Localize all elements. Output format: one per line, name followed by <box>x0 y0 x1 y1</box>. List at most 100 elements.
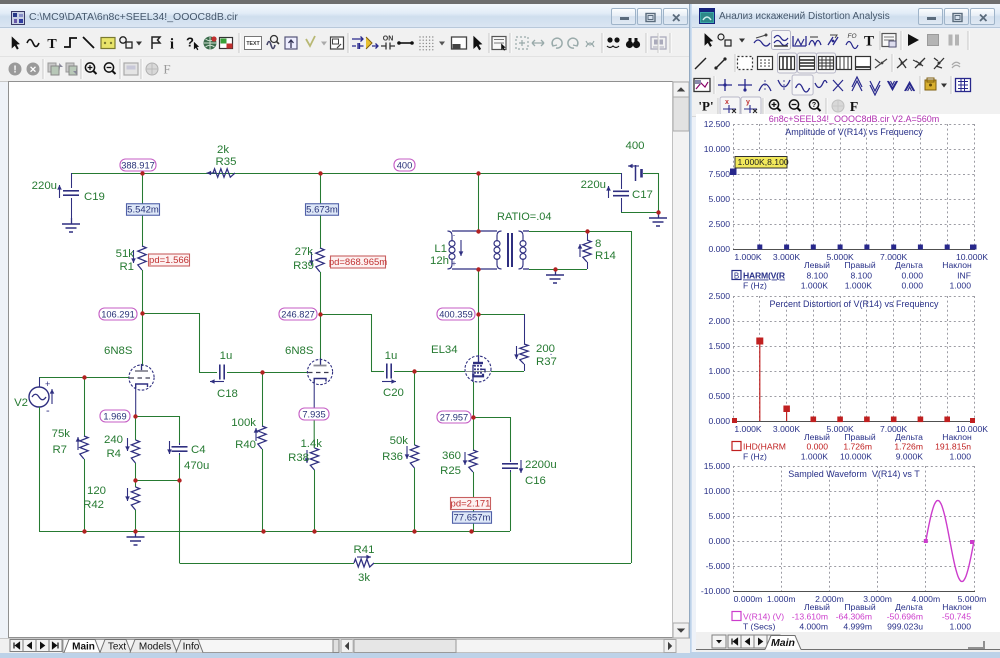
svg-text:x: x <box>725 99 729 106</box>
svg-text:106.291: 106.291 <box>101 309 135 319</box>
svg-text:12.500: 12.500 <box>704 119 731 129</box>
svg-text:-13.610m: -13.610m <box>792 612 828 622</box>
svg-text:Text: Text <box>108 642 127 653</box>
svg-text:Дельта: Дельта <box>895 602 923 612</box>
svg-text:Sampled Waveform V(R14) vs T: Sampled Waveform V(R14) vs T <box>788 469 920 479</box>
svg-text:470u: 470u <box>184 460 209 472</box>
svg-text:C4: C4 <box>191 444 206 456</box>
svg-text:1.726m: 1.726m <box>894 442 923 452</box>
svg-text:1.000K: 1.000K <box>845 281 873 291</box>
svg-text:400: 400 <box>397 160 413 170</box>
svg-text:5.542m: 5.542m <box>127 205 159 216</box>
svg-text:+: + <box>45 379 50 389</box>
svg-text:400: 400 <box>625 140 644 152</box>
svg-text:-5.000: -5.000 <box>706 561 731 571</box>
svg-text:Amplitude of V(R14) vs Frequen: Amplitude of V(R14) vs Frequency <box>785 127 923 137</box>
svg-text:F (Hz): F (Hz) <box>743 452 767 462</box>
svg-text:R39: R39 <box>293 260 314 272</box>
svg-text:HARM(V(R: HARM(V(R <box>743 271 786 281</box>
svg-text:TEXT: TEXT <box>246 41 260 47</box>
svg-text:51k: 51k <box>116 248 135 260</box>
svg-text:2.500: 2.500 <box>708 291 730 301</box>
svg-text:R25: R25 <box>440 465 461 477</box>
svg-text:Info: Info <box>183 642 200 653</box>
svg-text:1.000K: 1.000K <box>734 424 762 434</box>
svg-text:-64.306m: -64.306m <box>836 612 872 622</box>
svg-text:Правый: Правый <box>844 432 875 442</box>
svg-text:IHD(HARM: IHD(HARM <box>743 442 786 452</box>
svg-text:8.100: 8.100 <box>806 271 828 281</box>
svg-text:T (Secs): T (Secs) <box>743 622 775 632</box>
svg-text:0.000: 0.000 <box>901 271 923 281</box>
svg-text:7.935: 7.935 <box>302 409 325 419</box>
svg-text:✕: ✕ <box>29 65 37 75</box>
svg-text:Main: Main <box>771 637 795 649</box>
svg-text:10.000: 10.000 <box>704 486 731 496</box>
svg-text:R41: R41 <box>354 544 375 556</box>
svg-text:27k: 27k <box>295 246 314 258</box>
svg-text:2.500: 2.500 <box>708 219 730 229</box>
svg-text:+: + <box>452 259 457 268</box>
svg-text:1.000m: 1.000m <box>767 594 796 604</box>
svg-text:V2: V2 <box>14 397 28 409</box>
svg-text:2.000: 2.000 <box>708 316 730 326</box>
svg-text:1.000K,8.100: 1.000K,8.100 <box>738 157 789 167</box>
svg-text:'P': 'P' <box>698 99 713 114</box>
svg-text:0.000: 0.000 <box>708 244 730 254</box>
svg-text:·: · <box>453 230 456 240</box>
svg-text:0.000: 0.000 <box>901 281 923 291</box>
svg-text:3k: 3k <box>358 572 370 584</box>
svg-text:4.999m: 4.999m <box>843 622 872 632</box>
svg-text:1.000K: 1.000K <box>801 452 829 462</box>
svg-text:Дельта: Дельта <box>895 432 923 442</box>
svg-text:400.359: 400.359 <box>439 309 473 319</box>
svg-text:R37: R37 <box>536 356 557 368</box>
svg-text:R1: R1 <box>119 261 134 273</box>
svg-text:3.000K: 3.000K <box>773 252 801 262</box>
svg-text:77.657m: 77.657m <box>454 513 491 524</box>
svg-text:Левый: Левый <box>804 602 830 612</box>
svg-text:R36: R36 <box>382 451 403 463</box>
svg-text:100k: 100k <box>231 417 256 429</box>
svg-text:L1: L1 <box>434 243 447 255</box>
svg-text:999.023u: 999.023u <box>887 622 923 632</box>
svg-text:FO: FO <box>847 33 856 40</box>
svg-text:Наклон: Наклон <box>942 432 972 442</box>
svg-text:F (Hz): F (Hz) <box>743 281 767 291</box>
svg-text:1.726m: 1.726m <box>843 442 872 452</box>
svg-text:2k: 2k <box>217 144 229 156</box>
svg-text:220u: 220u <box>581 179 606 191</box>
svg-text:pd=1.566: pd=1.566 <box>149 255 189 266</box>
svg-text:C19: C19 <box>84 191 105 203</box>
svg-text:12h: 12h <box>430 255 449 267</box>
svg-text:120: 120 <box>87 485 106 497</box>
svg-text:INF: INF <box>957 271 971 281</box>
svg-text:Дельта: Дельта <box>895 260 923 270</box>
svg-text:B: B <box>734 271 739 280</box>
svg-text:V(R14) (V): V(R14) (V) <box>743 612 784 622</box>
svg-text:i: i <box>170 36 174 52</box>
svg-text:-50.696m: -50.696m <box>887 612 923 622</box>
svg-text:!: ! <box>13 65 16 76</box>
svg-text:10.000K: 10.000K <box>840 452 872 462</box>
svg-text:200: 200 <box>536 343 555 355</box>
svg-text:240: 240 <box>104 434 123 446</box>
svg-text:C16: C16 <box>525 475 546 487</box>
svg-text:C20: C20 <box>383 387 404 399</box>
svg-text:246.827: 246.827 <box>281 309 315 319</box>
svg-text:1.000: 1.000 <box>949 622 971 632</box>
svg-text:2200u: 2200u <box>525 459 557 471</box>
svg-text:pd=868.965m: pd=868.965m <box>329 257 387 268</box>
svg-text:R42: R42 <box>83 499 104 511</box>
svg-text:R14: R14 <box>595 250 616 262</box>
svg-text:220u: 220u <box>32 180 57 192</box>
svg-text:-: - <box>46 405 50 417</box>
svg-text:?: ? <box>186 35 194 50</box>
svg-text:R40: R40 <box>235 439 256 451</box>
svg-text:0.500: 0.500 <box>708 391 730 401</box>
svg-text:Правый: Правый <box>844 260 875 270</box>
svg-text:6N8S: 6N8S <box>104 345 133 357</box>
svg-text:10.000: 10.000 <box>704 144 731 154</box>
svg-text:1.4k: 1.4k <box>300 438 322 450</box>
svg-text:5.673m: 5.673m <box>306 205 338 216</box>
